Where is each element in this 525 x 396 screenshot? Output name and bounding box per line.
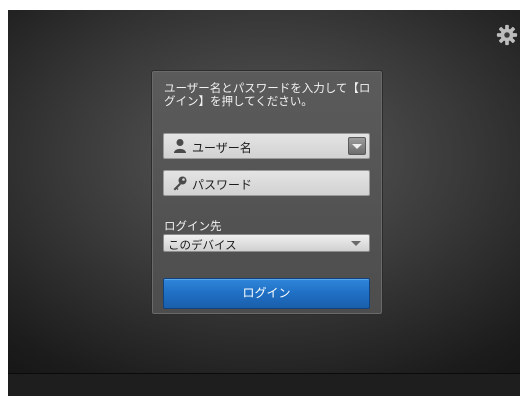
login-panel: ユーザー名とパスワードを入力して【ログイン】を押してください。 ユーザー名 パス… xyxy=(151,70,383,315)
login-screen: ユーザー名とパスワードを入力して【ログイン】を押してください。 ユーザー名 パス… xyxy=(8,10,520,396)
login-button[interactable]: ログイン xyxy=(163,278,370,309)
chevron-down-icon xyxy=(351,241,361,246)
bottom-bar xyxy=(8,373,520,396)
destination-select[interactable]: このデバイス xyxy=(163,234,370,252)
password-placeholder: パスワード xyxy=(192,178,253,192)
username-placeholder: ユーザー名 xyxy=(192,141,252,155)
destination-label: ログイン先 xyxy=(164,219,222,233)
username-field[interactable]: ユーザー名 xyxy=(163,133,370,159)
chevron-down-icon[interactable] xyxy=(348,137,366,155)
password-field[interactable]: パスワード xyxy=(163,170,370,196)
key-icon xyxy=(173,176,187,191)
user-icon xyxy=(174,139,186,153)
gear-icon[interactable] xyxy=(496,24,518,46)
destination-value: このデバイス xyxy=(168,238,237,252)
instruction-text: ユーザー名とパスワードを入力して【ログイン】を押してください。 xyxy=(164,81,371,108)
